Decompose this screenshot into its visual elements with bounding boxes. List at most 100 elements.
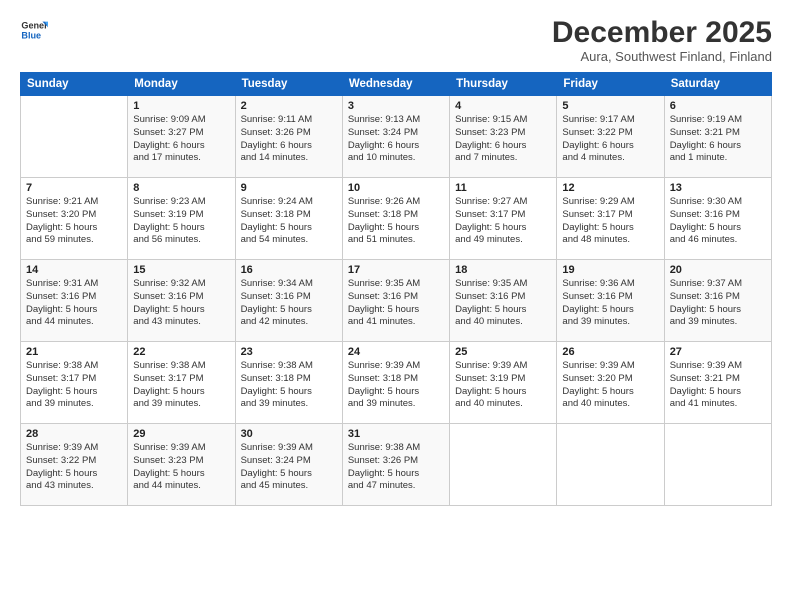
logo-icon: General Blue	[20, 16, 48, 44]
day-info: Sunrise: 9:19 AM Sunset: 3:21 PM Dayligh…	[670, 114, 766, 165]
col-tuesday: Tuesday	[235, 73, 342, 96]
day-number: 31	[348, 428, 444, 440]
day-info: Sunrise: 9:27 AM Sunset: 3:17 PM Dayligh…	[455, 196, 551, 247]
day-number: 23	[241, 346, 337, 358]
day-number: 2	[241, 100, 337, 112]
day-info: Sunrise: 9:39 AM Sunset: 3:20 PM Dayligh…	[562, 360, 658, 411]
month-title: December 2025	[552, 16, 772, 49]
day-number: 1	[133, 100, 229, 112]
day-number: 25	[455, 346, 551, 358]
day-cell: 25 Sunrise: 9:39 AM Sunset: 3:19 PM Dayli…	[450, 342, 557, 424]
day-cell: 10Sunrise: 9:26 AM Sunset: 3:18 PM Dayli…	[342, 178, 449, 260]
day-number: 21	[26, 346, 122, 358]
title-area: December 2025 Aura, Southwest Finland, F…	[552, 16, 772, 64]
day-number: 28	[26, 428, 122, 440]
day-number: 30	[241, 428, 337, 440]
day-number: 27	[670, 346, 766, 358]
day-info: Sunrise: 9:38 AM Sunset: 3:17 PM Dayligh…	[26, 360, 122, 411]
day-info: Sunrise: 9:39 AM Sunset: 3:18 PM Dayligh…	[348, 360, 444, 411]
day-number: 12	[562, 182, 658, 194]
day-cell: 8 Sunrise: 9:23 AM Sunset: 3:19 PM Daylig…	[128, 178, 235, 260]
day-number: 18	[455, 264, 551, 276]
day-cell: 22Sunrise: 9:38 AM Sunset: 3:17 PM Dayli…	[128, 342, 235, 424]
day-cell: 11 Sunrise: 9:27 AM Sunset: 3:17 PM Dayli…	[450, 178, 557, 260]
day-info: Sunrise: 9:21 AM Sunset: 3:20 PM Dayligh…	[26, 196, 122, 247]
header: General Blue December 2025 Aura, Southwe…	[20, 16, 772, 64]
day-cell	[450, 424, 557, 506]
day-cell: 30 Sunrise: 9:39 AM Sunset: 3:24 PM Dayli…	[235, 424, 342, 506]
col-wednesday: Wednesday	[342, 73, 449, 96]
day-cell: 24 Sunrise: 9:39 AM Sunset: 3:18 PM Dayli…	[342, 342, 449, 424]
day-cell: 13 Sunrise: 9:30 AM Sunset: 3:16 PM Dayli…	[664, 178, 771, 260]
day-info: Sunrise: 9:15 AM Sunset: 3:23 PM Dayligh…	[455, 114, 551, 165]
day-info: Sunrise: 9:39 AM Sunset: 3:19 PM Dayligh…	[455, 360, 551, 411]
col-saturday: Saturday	[664, 73, 771, 96]
day-info: Sunrise: 9:17 AM Sunset: 3:22 PM Dayligh…	[562, 114, 658, 165]
day-number: 15	[133, 264, 229, 276]
day-cell: 23 Sunrise: 9:38 AM Sunset: 3:18 PM Dayli…	[235, 342, 342, 424]
day-number: 8	[133, 182, 229, 194]
day-number: 6	[670, 100, 766, 112]
day-cell: 31 Sunrise: 9:38 AM Sunset: 3:26 PM Dayli…	[342, 424, 449, 506]
day-cell: 16 Sunrise: 9:34 AM Sunset: 3:16 PM Dayli…	[235, 260, 342, 342]
day-info: Sunrise: 9:34 AM Sunset: 3:16 PM Dayligh…	[241, 278, 337, 329]
col-friday: Friday	[557, 73, 664, 96]
day-cell: 19 Sunrise: 9:36 AM Sunset: 3:16 PM Dayli…	[557, 260, 664, 342]
day-cell: 6 Sunrise: 9:19 AM Sunset: 3:21 PM Daylig…	[664, 96, 771, 178]
day-number: 13	[670, 182, 766, 194]
day-info: Sunrise: 9:39 AM Sunset: 3:23 PM Dayligh…	[133, 442, 229, 493]
day-info: Sunrise: 9:24 AM Sunset: 3:18 PM Dayligh…	[241, 196, 337, 247]
day-cell: 20 Sunrise: 9:37 AM Sunset: 3:16 PM Dayli…	[664, 260, 771, 342]
day-info: Sunrise: 9:32 AM Sunset: 3:16 PM Dayligh…	[133, 278, 229, 329]
day-info: Sunrise: 9:38 AM Sunset: 3:18 PM Dayligh…	[241, 360, 337, 411]
day-number: 24	[348, 346, 444, 358]
logo: General Blue	[20, 16, 48, 44]
day-number: 14	[26, 264, 122, 276]
day-cell	[557, 424, 664, 506]
day-cell	[664, 424, 771, 506]
day-info: Sunrise: 9:39 AM Sunset: 3:22 PM Dayligh…	[26, 442, 122, 493]
day-info: Sunrise: 9:23 AM Sunset: 3:19 PM Dayligh…	[133, 196, 229, 247]
day-number: 11	[455, 182, 551, 194]
day-cell: 1 Sunrise: 9:09 AM Sunset: 3:27 PM Daylig…	[128, 96, 235, 178]
day-info: Sunrise: 9:36 AM Sunset: 3:16 PM Dayligh…	[562, 278, 658, 329]
day-info: Sunrise: 9:30 AM Sunset: 3:16 PM Dayligh…	[670, 196, 766, 247]
header-row: Sunday Monday Tuesday Wednesday Thursday…	[21, 73, 772, 96]
day-cell: 4 Sunrise: 9:15 AM Sunset: 3:23 PM Daylig…	[450, 96, 557, 178]
day-info: Sunrise: 9:35 AM Sunset: 3:16 PM Dayligh…	[348, 278, 444, 329]
week-row-1: 7Sunrise: 9:21 AM Sunset: 3:20 PM Daylig…	[21, 178, 772, 260]
day-cell: 21 Sunrise: 9:38 AM Sunset: 3:17 PM Dayli…	[21, 342, 128, 424]
day-number: 20	[670, 264, 766, 276]
day-cell	[21, 96, 128, 178]
week-row-0: 1 Sunrise: 9:09 AM Sunset: 3:27 PM Daylig…	[21, 96, 772, 178]
day-info: Sunrise: 9:09 AM Sunset: 3:27 PM Dayligh…	[133, 114, 229, 165]
day-cell: 28 Sunrise: 9:39 AM Sunset: 3:22 PM Dayli…	[21, 424, 128, 506]
day-number: 9	[241, 182, 337, 194]
day-cell: 17Sunrise: 9:35 AM Sunset: 3:16 PM Dayli…	[342, 260, 449, 342]
calendar-table: Sunday Monday Tuesday Wednesday Thursday…	[20, 72, 772, 506]
subtitle: Aura, Southwest Finland, Finland	[552, 49, 772, 64]
day-info: Sunrise: 9:11 AM Sunset: 3:26 PM Dayligh…	[241, 114, 337, 165]
day-cell: 12 Sunrise: 9:29 AM Sunset: 3:17 PM Dayli…	[557, 178, 664, 260]
svg-text:Blue: Blue	[21, 30, 41, 40]
day-cell: 7Sunrise: 9:21 AM Sunset: 3:20 PM Daylig…	[21, 178, 128, 260]
day-info: Sunrise: 9:37 AM Sunset: 3:16 PM Dayligh…	[670, 278, 766, 329]
day-number: 16	[241, 264, 337, 276]
day-info: Sunrise: 9:13 AM Sunset: 3:24 PM Dayligh…	[348, 114, 444, 165]
day-info: Sunrise: 9:29 AM Sunset: 3:17 PM Dayligh…	[562, 196, 658, 247]
day-info: Sunrise: 9:39 AM Sunset: 3:24 PM Dayligh…	[241, 442, 337, 493]
day-info: Sunrise: 9:38 AM Sunset: 3:26 PM Dayligh…	[348, 442, 444, 493]
day-cell: 15 Sunrise: 9:32 AM Sunset: 3:16 PM Dayli…	[128, 260, 235, 342]
day-number: 4	[455, 100, 551, 112]
day-number: 5	[562, 100, 658, 112]
day-info: Sunrise: 9:26 AM Sunset: 3:18 PM Dayligh…	[348, 196, 444, 247]
week-row-3: 21 Sunrise: 9:38 AM Sunset: 3:17 PM Dayli…	[21, 342, 772, 424]
day-cell: 9 Sunrise: 9:24 AM Sunset: 3:18 PM Daylig…	[235, 178, 342, 260]
day-number: 3	[348, 100, 444, 112]
col-sunday: Sunday	[21, 73, 128, 96]
day-info: Sunrise: 9:39 AM Sunset: 3:21 PM Dayligh…	[670, 360, 766, 411]
day-info: Sunrise: 9:35 AM Sunset: 3:16 PM Dayligh…	[455, 278, 551, 329]
day-info: Sunrise: 9:31 AM Sunset: 3:16 PM Dayligh…	[26, 278, 122, 329]
page: General Blue December 2025 Aura, Southwe…	[0, 0, 792, 612]
day-number: 19	[562, 264, 658, 276]
